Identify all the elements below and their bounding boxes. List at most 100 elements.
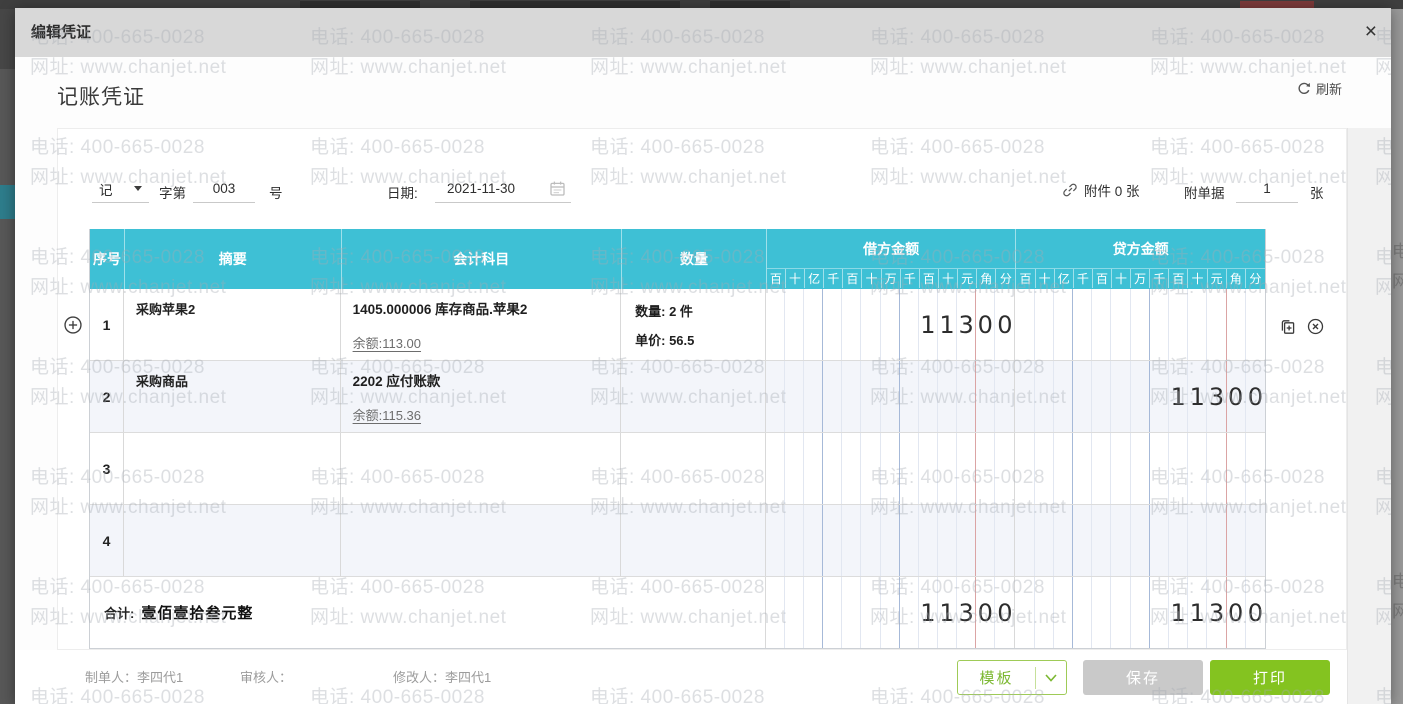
debit-amount-cell[interactable] xyxy=(766,361,1016,432)
total-debit-cell: 11300 xyxy=(766,577,1016,648)
modifier-label: 修改人：李四代1 xyxy=(393,670,492,685)
credit-amount-cell[interactable] xyxy=(1015,433,1265,504)
receipts-input[interactable]: 1 xyxy=(1236,175,1298,203)
voucher-table: 序号 摘要 会计科目 数量 借方金额 百十亿千百十万千百十元角分 贷方金额 百十… xyxy=(89,229,1266,649)
digit-cell: 百 xyxy=(1169,269,1189,288)
quantity-cell[interactable]: 数量: 2 件 单价: 56.5 xyxy=(621,289,766,360)
summary-cell[interactable]: 采购苹果2 xyxy=(124,289,341,360)
digit-cell xyxy=(842,505,862,576)
quantity-cell[interactable] xyxy=(621,361,766,432)
balance-link[interactable]: 余额:115.36 xyxy=(353,405,421,424)
attachment-button[interactable]: 附件 0 张 xyxy=(1062,180,1140,200)
digit-cell xyxy=(881,361,900,432)
digit-cell xyxy=(1092,577,1112,648)
background-teal-remnant xyxy=(0,185,15,219)
save-button[interactable]: 保存 xyxy=(1083,660,1203,695)
row-actions xyxy=(1278,317,1325,341)
refresh-button[interactable]: 刷新 xyxy=(1296,79,1342,98)
digit-cell: 十 xyxy=(939,269,959,288)
digit-cell xyxy=(1111,577,1131,648)
col-header-debit-group: 借方金额 百十亿千百十万千百十元角分 xyxy=(765,229,1016,289)
digit-cell xyxy=(1092,289,1112,360)
summary-cell[interactable] xyxy=(124,433,341,504)
digit-cell xyxy=(1169,433,1189,504)
quantity-cell[interactable] xyxy=(621,505,766,576)
digit-cell: 1 xyxy=(1169,361,1189,432)
background-red-remnant xyxy=(1240,1,1314,8)
digit-cell xyxy=(1073,505,1093,576)
digit-cell xyxy=(957,361,977,432)
digit-cell: 百 xyxy=(1016,269,1036,288)
calendar-icon[interactable] xyxy=(549,180,566,197)
debit-amount-cell[interactable]: 11300 xyxy=(766,289,1016,360)
digit-cell: 0 xyxy=(976,289,996,360)
voucher-number-input[interactable]: 003 xyxy=(193,175,255,203)
template-button[interactable]: 模板 xyxy=(957,660,1067,695)
account-cell[interactable]: 1405.000006 库存商品.苹果2 余额:113.00 xyxy=(341,289,622,360)
digit-cell xyxy=(1035,361,1054,432)
digit-cell: 十 xyxy=(1036,269,1055,288)
digit-cell xyxy=(1015,289,1035,360)
close-icon[interactable]: × xyxy=(1365,19,1377,45)
digit-cell xyxy=(823,289,843,360)
digit-cell: 万 xyxy=(1131,269,1151,288)
clipped-watermark-glyph: 电 xyxy=(1392,242,1403,261)
digit-cell xyxy=(881,289,900,360)
summary-cell[interactable] xyxy=(124,505,341,576)
digit-cell: 亿 xyxy=(1055,269,1074,288)
voucher-row-3: 3 xyxy=(90,433,1265,505)
credit-amount-cell[interactable] xyxy=(1015,289,1265,360)
digit-cell xyxy=(804,505,824,576)
receipts-label: 附单据 xyxy=(1184,186,1225,201)
digit-cell xyxy=(881,433,900,504)
summary-cell[interactable]: 采购商品 xyxy=(124,361,341,432)
date-input[interactable]: 2021-11-30 xyxy=(435,175,571,203)
digit-cell xyxy=(1207,289,1227,360)
debit-amount-cell[interactable] xyxy=(766,433,1016,504)
digit-cell: 十 xyxy=(862,269,882,288)
credit-amount-cell[interactable] xyxy=(1015,505,1265,576)
copy-row-button[interactable] xyxy=(1278,317,1297,341)
account-cell[interactable] xyxy=(341,505,622,576)
col-header-credit: 贷方金额 xyxy=(1016,229,1265,269)
digit-cell xyxy=(1131,433,1150,504)
digit-cell xyxy=(1131,505,1150,576)
background-left-strip xyxy=(0,9,15,704)
digit-cell: 1 xyxy=(919,289,938,360)
digit-cell xyxy=(1035,577,1054,648)
digit-cell xyxy=(804,577,824,648)
quantity-cell[interactable] xyxy=(621,433,766,504)
digit-cell xyxy=(995,361,1014,432)
digit-cell xyxy=(785,433,805,504)
debit-amount-cell[interactable] xyxy=(766,505,1016,576)
digit-cell xyxy=(900,361,919,432)
digit-cell xyxy=(1131,289,1150,360)
digit-cell xyxy=(1015,505,1035,576)
digit-cell xyxy=(1073,289,1093,360)
col-header-summary: 摘要 xyxy=(123,229,341,289)
digit-cell xyxy=(861,433,881,504)
screen: 电 网 电 网 编辑凭证 × 记账凭证 刷新 记 字第 003 号 日期: 20… xyxy=(0,0,1403,704)
chevron-down-icon[interactable] xyxy=(1036,673,1066,683)
print-button[interactable]: 打印 xyxy=(1210,660,1330,695)
voucher-word-select[interactable]: 记 xyxy=(92,175,149,203)
account-cell[interactable]: 2202 应付账款 余额:115.36 xyxy=(341,361,622,432)
digit-cell: 3 xyxy=(1207,361,1227,432)
delete-row-button[interactable] xyxy=(1306,317,1325,341)
account-cell[interactable] xyxy=(341,433,622,504)
credit-amount-cell[interactable]: 11300 xyxy=(1015,361,1265,432)
col-header-quantity: 数量 xyxy=(621,229,766,289)
digit-cell xyxy=(1092,361,1112,432)
paperclip-icon xyxy=(1063,183,1077,197)
balance-link[interactable]: 余额:113.00 xyxy=(353,333,421,352)
digit-cell xyxy=(957,433,977,504)
col-header-account: 会计科目 xyxy=(340,229,622,289)
add-row-button[interactable] xyxy=(62,314,84,341)
digit-cell xyxy=(766,433,785,504)
account-text: 2202 应付账款 xyxy=(352,374,441,389)
digit-cell: 千 xyxy=(824,269,844,288)
edit-voucher-dialog: 编辑凭证 × 记账凭证 刷新 记 字第 003 号 日期: 2021-11-30… xyxy=(15,8,1391,704)
digit-cell xyxy=(1111,361,1131,432)
row-index: 2 xyxy=(90,361,124,432)
date-value: 2021-11-30 xyxy=(447,181,516,196)
